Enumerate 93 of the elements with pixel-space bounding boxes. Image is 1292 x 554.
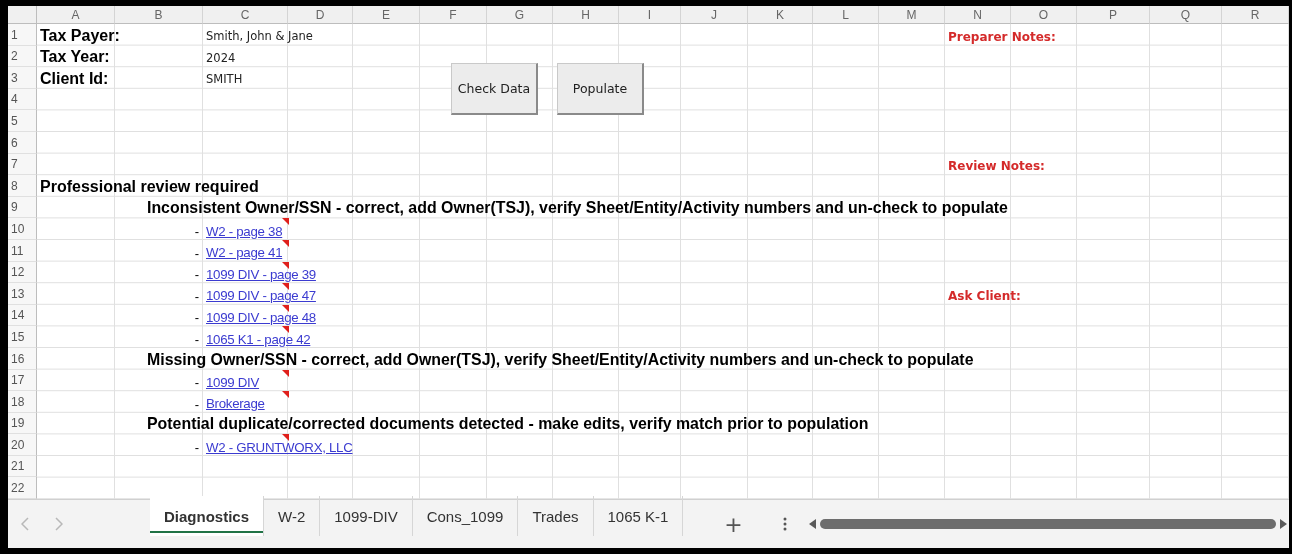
comment-indicator-icon[interactable] xyxy=(282,326,289,334)
column-header[interactable]: H xyxy=(553,6,619,24)
cell-text: Client Id: xyxy=(39,70,109,89)
column-header[interactable]: I xyxy=(619,6,681,24)
row-header[interactable]: 20 xyxy=(8,434,37,456)
column-header[interactable]: O xyxy=(1011,6,1077,24)
sheet-tab[interactable]: Diagnostics xyxy=(150,496,265,537)
hyperlink[interactable]: W2 - page 41 xyxy=(203,246,283,262)
row-header[interactable]: 19 xyxy=(8,412,37,435)
comment-indicator-icon[interactable] xyxy=(282,261,289,269)
comment-indicator-icon[interactable] xyxy=(282,239,289,247)
cell-text: Inconsistent Owner/SSN - correct, add Owner(TSJ), verify Sheet/Entity/Activity numbers and un-check to populate xyxy=(146,200,1008,219)
row-header[interactable]: 5 xyxy=(8,110,37,132)
row-header[interactable]: 18 xyxy=(8,391,37,413)
add-sheet-button[interactable]: + xyxy=(683,511,784,537)
bullet-dash: - xyxy=(194,224,200,240)
row-header[interactable]: 8 xyxy=(8,175,37,197)
horizontal-scrollbar[interactable] xyxy=(820,519,1276,530)
row-header[interactable]: 1 xyxy=(8,24,37,46)
cell-text: Preparer Notes: xyxy=(947,30,1056,46)
row-header[interactable]: 21 xyxy=(8,455,37,478)
column-header[interactable]: A xyxy=(37,6,115,24)
sheet-tab[interactable]: W-2 xyxy=(264,496,321,537)
row-header[interactable]: 13 xyxy=(8,283,37,305)
sheet-tab[interactable]: Trades xyxy=(518,496,594,537)
row-header[interactable]: 16 xyxy=(8,347,37,370)
hyperlink[interactable]: 1099 DIV - page 39 xyxy=(203,267,316,284)
column-header[interactable]: M xyxy=(879,6,945,24)
bullet-dash: - xyxy=(194,311,200,327)
column-header[interactable]: J xyxy=(681,6,748,24)
cell-text: Review Notes: xyxy=(947,160,1045,176)
hyperlink[interactable]: W2 - page 38 xyxy=(203,224,283,240)
column-header[interactable]: L xyxy=(813,6,879,24)
row-header[interactable]: 12 xyxy=(8,261,37,284)
column-header[interactable]: B xyxy=(115,6,203,24)
column-header[interactable]: N xyxy=(945,6,1011,24)
hyperlink[interactable]: Brokerage xyxy=(203,397,265,413)
cell-text: Tax Payer: xyxy=(39,27,120,46)
row-header[interactable]: 2 xyxy=(8,45,37,68)
comment-indicator-icon[interactable] xyxy=(282,369,289,377)
sheet-tab[interactable]: Cons_1099 xyxy=(412,496,519,537)
bullet-dash: - xyxy=(194,332,200,348)
hyperlink[interactable]: 1099 DIV - page 47 xyxy=(203,289,316,305)
column-header[interactable]: F xyxy=(420,6,487,24)
hyperlink[interactable]: 1099 DIV - page 48 xyxy=(203,311,316,327)
row-header[interactable]: 9 xyxy=(8,196,37,219)
column-header[interactable]: C xyxy=(203,6,288,24)
cell-text: Tax Year: xyxy=(39,49,110,68)
column-header[interactable]: K xyxy=(748,6,813,24)
comment-indicator-icon[interactable] xyxy=(282,218,289,226)
hyperlink[interactable]: W2 - GRUNTWORX, LLC xyxy=(203,440,353,456)
column-header[interactable]: R xyxy=(1222,6,1289,24)
more-options-icon[interactable] xyxy=(783,517,788,532)
comment-indicator-icon[interactable] xyxy=(282,304,289,312)
bullet-dash: - xyxy=(194,440,200,456)
cell-text: Missing Owner/SSN - correct, add Owner(TSJ), verify Sheet/Entity/Activity numbers and un-check to populate xyxy=(146,351,974,370)
macro-button[interactable]: Populate xyxy=(557,63,644,115)
bullet-dash: - xyxy=(194,289,200,305)
bullet-dash: - xyxy=(194,246,200,262)
cell-text: Smith, John & Jane xyxy=(205,31,313,46)
cell-text: Professional review required xyxy=(39,178,259,197)
column-header[interactable]: E xyxy=(353,6,420,24)
row-header[interactable]: 17 xyxy=(8,369,37,392)
bullet-dash: - xyxy=(194,397,200,413)
cell-text: Potential duplicate/corrected documents detected - make edits, verify match prior to population xyxy=(146,416,869,435)
row-header[interactable]: 7 xyxy=(8,153,37,176)
row-header[interactable]: 6 xyxy=(8,131,37,154)
column-header[interactable]: D xyxy=(288,6,353,24)
sheet-tab[interactable]: 1099-DIV xyxy=(320,496,413,537)
scroll-left-icon[interactable] xyxy=(809,519,817,530)
scroll-right-icon[interactable] xyxy=(1280,519,1287,530)
row-header[interactable]: 3 xyxy=(8,67,37,89)
cell-text: Ask Client: xyxy=(947,289,1021,305)
sheet-tab[interactable]: 1065 K-1 xyxy=(593,496,684,537)
cell-text: SMITH xyxy=(205,74,243,89)
row-header[interactable]: 15 xyxy=(8,326,37,348)
row-header[interactable]: 4 xyxy=(8,88,37,111)
comment-indicator-icon[interactable] xyxy=(282,391,289,399)
row-header[interactable]: 10 xyxy=(8,218,37,240)
hyperlink[interactable]: 1065 K1 - page 42 xyxy=(203,332,311,348)
bullet-dash: - xyxy=(194,268,200,284)
cell-text: 2024 xyxy=(205,52,236,67)
row-header[interactable]: 22 xyxy=(8,477,37,500)
hyperlink[interactable]: 1099 DIV xyxy=(203,375,260,392)
column-header[interactable]: P xyxy=(1077,6,1150,24)
row-header[interactable]: 11 xyxy=(8,239,37,262)
bullet-dash: - xyxy=(194,376,200,392)
comment-indicator-icon[interactable] xyxy=(282,283,289,291)
macro-button[interactable]: Check Data xyxy=(451,63,538,115)
row-header[interactable]: 14 xyxy=(8,304,37,327)
comment-indicator-icon[interactable] xyxy=(282,434,289,442)
column-header[interactable]: G xyxy=(487,6,553,24)
column-header[interactable]: Q xyxy=(1150,6,1222,24)
